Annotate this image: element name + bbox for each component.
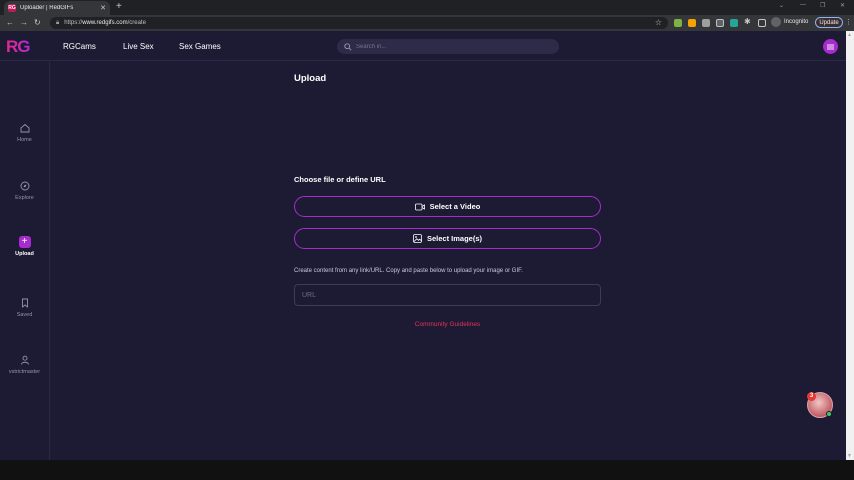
community-guidelines-link[interactable]: Community Guidelines [294, 321, 601, 328]
sidebar-item-upload[interactable]: + Upload [0, 236, 49, 257]
hamburger-menu-button[interactable] [823, 39, 838, 54]
restore-icon[interactable]: ❐ [820, 2, 825, 9]
menu-icon [827, 44, 834, 49]
incognito-icon [771, 17, 781, 27]
search-input[interactable] [356, 43, 536, 50]
url-text: https://www.redgifs.com/create [64, 20, 146, 26]
sidebar-item-saved[interactable]: Saved [0, 297, 49, 318]
address-bar[interactable]: 🔒︎ https://www.redgifs.com/create ☆ [50, 17, 668, 29]
extension-icon[interactable] [730, 19, 738, 27]
search-bar[interactable] [337, 39, 559, 54]
minimize-icon[interactable]: — [800, 2, 806, 8]
tab-title: Uploader | RedGIFs [20, 5, 74, 11]
sidebar-item-explore[interactable]: Explore [0, 180, 49, 201]
incognito-label: Incognito [784, 19, 809, 25]
browser-toolbar: ← → ↻ 🔒︎ https://www.redgifs.com/create … [0, 15, 854, 31]
page: RG RGCams Live Sex Sex Games Home [0, 31, 846, 460]
site-logo[interactable]: RG [6, 37, 30, 57]
online-status-dot [826, 411, 832, 417]
browser-menu-icon[interactable]: ⋮ [845, 18, 852, 26]
close-window-icon[interactable]: ✕ [840, 2, 845, 9]
nav-link-sex-games[interactable]: Sex Games [179, 42, 221, 51]
browser-tab[interactable]: RG Uploader | RedGIFs ✕ [4, 1, 110, 15]
site-favicon: RG [8, 4, 16, 12]
lock-icon: 🔒︎ [56, 19, 60, 26]
url-input[interactable] [294, 284, 601, 306]
plus-icon: + [18, 236, 31, 248]
incognito-indicator[interactable]: Incognito [771, 17, 808, 27]
user-icon [19, 354, 31, 366]
home-icon [19, 122, 31, 134]
update-button[interactable]: Update [815, 17, 843, 28]
sidebar-item-profile[interactable]: vstrictmaster [0, 354, 49, 375]
select-video-button[interactable]: Select a Video [294, 196, 601, 217]
scroll-down-arrow-icon[interactable]: ▼ [847, 453, 852, 459]
page-scrollbar[interactable]: ▲ ▼ [846, 31, 854, 460]
image-icon [413, 234, 422, 243]
extension-icon[interactable] [702, 19, 710, 27]
sidebar-item-label: Saved [16, 312, 33, 318]
bookmark-star-icon[interactable]: ☆ [655, 18, 662, 27]
url-hint-text: Create content from any link/URL. Copy a… [294, 268, 523, 274]
chevron-down-icon[interactable]: ⌄ [779, 2, 784, 9]
new-tab-icon[interactable]: + [116, 1, 122, 12]
reload-icon[interactable]: ↻ [34, 18, 41, 27]
sidebar-item-label: Home [17, 137, 32, 143]
sidebar-item-home[interactable]: Home [0, 122, 49, 143]
chat-notification-badge: 3 [807, 392, 816, 401]
sidebar-item-label: Upload [15, 251, 34, 257]
choose-file-label: Choose file or define URL [294, 175, 386, 184]
page-title: Upload [294, 73, 327, 84]
select-images-label: Select Image(s) [426, 234, 483, 243]
extension-icon[interactable] [688, 19, 696, 27]
nav-link-live-sex[interactable]: Live Sex [123, 42, 154, 51]
search-icon [344, 42, 352, 51]
compass-icon [19, 180, 31, 192]
select-images-button[interactable]: Select Image(s) [294, 228, 601, 249]
select-video-label: Select a Video [429, 202, 481, 211]
bookmark-icon [19, 297, 31, 309]
sidebar: Home Explore + Upload Saved vstrictmaste… [0, 61, 50, 460]
extension-icon[interactable] [674, 19, 682, 27]
video-camera-icon [414, 203, 425, 210]
taskbar-strip [0, 460, 854, 480]
sidebar-item-label: vstrictmaster [8, 369, 41, 375]
browser-tabstrip: RG Uploader | RedGIFs ✕ + ⌄ — ❐ ✕ [0, 0, 854, 15]
scroll-up-arrow-icon[interactable]: ▲ [847, 32, 852, 38]
sidebar-item-label: Explore [15, 195, 34, 201]
close-tab-icon[interactable]: ✕ [100, 4, 106, 12]
forward-icon[interactable]: → [20, 18, 28, 27]
back-icon[interactable]: ← [6, 18, 14, 27]
extension-icon[interactable] [716, 19, 724, 27]
nav-link-rgcams[interactable]: RGCams [63, 42, 96, 51]
side-panel-icon[interactable] [758, 19, 766, 27]
site-header: RG RGCams Live Sex Sex Games [0, 31, 846, 61]
puzzle-icon[interactable]: ✱ [744, 17, 752, 26]
